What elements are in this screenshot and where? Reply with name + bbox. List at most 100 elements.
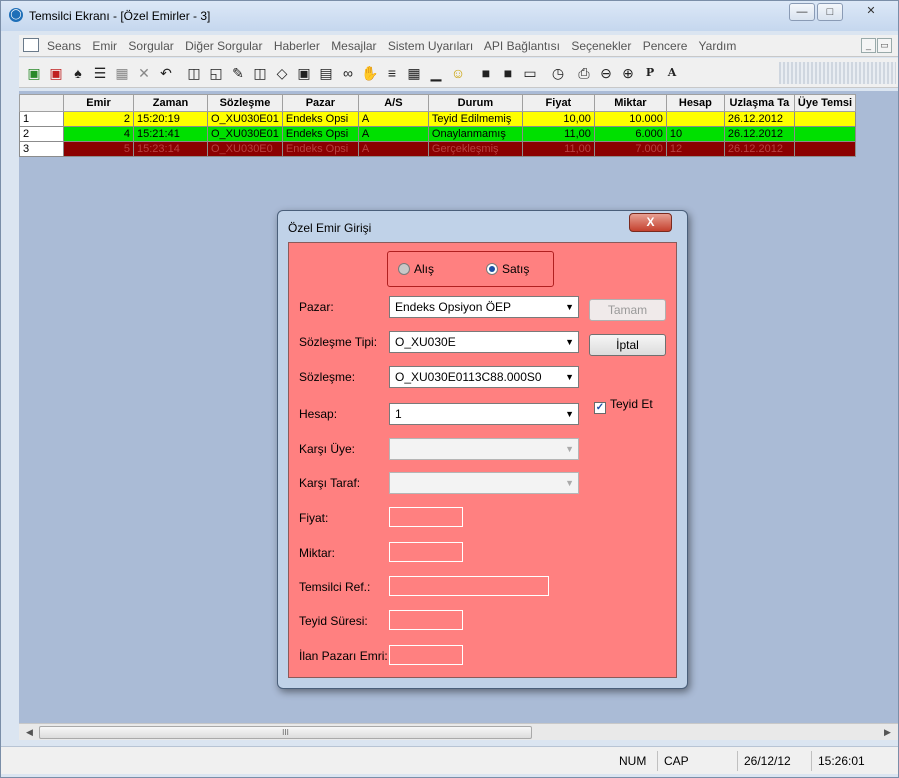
sell-radio[interactable]: Satış xyxy=(486,262,529,276)
document-icon[interactable] xyxy=(23,38,39,52)
confirm-checkbox[interactable]: ✓ Teyid Et xyxy=(594,397,653,414)
red-doc-icon[interactable]: ▣ xyxy=(47,64,65,82)
pen-icon[interactable]: ✎ xyxy=(229,64,247,82)
col-hesap[interactable]: Hesap xyxy=(665,94,725,112)
title-bar: ◯ Temsilci Ekranı - [Özel Emirler - 3] —… xyxy=(1,1,898,31)
karsi-uye-select[interactable]: ▼ xyxy=(389,438,579,460)
maximize-button[interactable]: □ xyxy=(817,3,843,21)
chart-icon[interactable]: ▁ xyxy=(427,64,445,82)
col-durum[interactable]: Durum xyxy=(427,94,523,112)
menu-secenekler[interactable]: Seçenekler xyxy=(571,39,631,53)
col-uye-temsi[interactable]: Üye Temsi xyxy=(793,94,857,112)
smiley-icon[interactable]: ☺ xyxy=(449,64,467,82)
table-row[interactable]: 1 2 15:20:19 O_XU030E01 Endeks Opsi A Te… xyxy=(19,111,857,127)
minimize-button[interactable]: — xyxy=(789,3,815,21)
lock-doc-icon[interactable]: ▣ xyxy=(295,64,313,82)
col-miktar[interactable]: Miktar xyxy=(593,94,667,112)
row-number: 1 xyxy=(19,111,64,127)
cell-durum: Teyid Edilmemiş xyxy=(427,111,523,127)
col-emir[interactable]: Emir xyxy=(63,94,134,112)
close-button[interactable]: ✕ xyxy=(852,3,890,21)
cell-sozlesme: O_XU030E01 xyxy=(207,126,283,142)
scroll-left-icon[interactable]: ◀ xyxy=(21,725,38,740)
col-fiyat[interactable]: Fiyat xyxy=(521,94,595,112)
status-num: NUM xyxy=(619,754,647,768)
hand-icon[interactable]: ✋ xyxy=(361,64,379,82)
cell-uye xyxy=(793,141,857,157)
p-icon[interactable]: P xyxy=(641,64,659,82)
undo-icon[interactable]: ↶ xyxy=(157,64,175,82)
teyid-suresi-input[interactable] xyxy=(389,610,463,630)
clock-icon[interactable]: ◷ xyxy=(549,64,567,82)
sozlesme-select[interactable]: O_XU030E0113C88.000S0 ▼ xyxy=(389,366,579,388)
grid-icon[interactable]: ▦ xyxy=(405,64,423,82)
cell-emir: 5 xyxy=(63,141,134,157)
properties-icon[interactable]: ▦ xyxy=(113,64,131,82)
pazar-select[interactable]: Endeks Opsiyon ÖEP ▼ xyxy=(389,296,579,318)
chat-icon[interactable]: ◱ xyxy=(207,64,225,82)
inbox-icon[interactable]: ▭ xyxy=(521,64,539,82)
dialog-close-button[interactable]: X xyxy=(629,213,672,232)
col-as[interactable]: A/S xyxy=(357,94,429,112)
sell-radio-label: Satış xyxy=(502,262,530,276)
menu-sorgular[interactable]: Sorgular xyxy=(128,39,173,53)
col-pazar[interactable]: Pazar xyxy=(281,94,359,112)
menu-mesajlar[interactable]: Mesajlar xyxy=(331,39,376,53)
sozlesme-tipi-select[interactable]: O_XU030E ▼ xyxy=(389,331,579,353)
cancel-button[interactable]: İptal xyxy=(589,334,666,356)
window-icon[interactable]: ◫ xyxy=(185,64,203,82)
report-icon[interactable]: ▤ xyxy=(317,64,335,82)
menu-haberler[interactable]: Haberler xyxy=(274,39,320,53)
glasses-icon[interactable]: ∞ xyxy=(339,64,357,82)
col-uzlasma[interactable]: Uzlaşma Ta xyxy=(723,94,795,112)
zoom-in-icon[interactable]: ⊕ xyxy=(619,64,637,82)
delete-icon[interactable]: ✕ xyxy=(135,64,153,82)
buy-radio[interactable]: Alış xyxy=(398,262,434,276)
temsilci-ref-input[interactable] xyxy=(389,576,549,596)
mdi-restore-button[interactable]: ▭ xyxy=(877,38,892,53)
hesap-select[interactable]: 1 ▼ xyxy=(389,403,579,425)
menu-pencere[interactable]: Pencere xyxy=(643,39,688,53)
cell-zaman: 15:21:41 xyxy=(133,126,208,142)
buy-radio-label: Alış xyxy=(414,262,435,276)
table-row[interactable]: 2 4 15:21:41 O_XU030E01 Endeks Opsi A On… xyxy=(19,126,857,142)
horizontal-scrollbar[interactable]: ◀ III ▶ xyxy=(19,723,898,740)
fiyat-input[interactable] xyxy=(389,507,463,527)
new-doc-icon[interactable]: ▣ xyxy=(25,64,43,82)
table-row[interactable]: 3 5 15:23:14 O_XU030E0 Endeks Opsi A Ger… xyxy=(19,141,857,157)
menu-emir[interactable]: Emir xyxy=(92,39,117,53)
a-icon[interactable]: A xyxy=(663,64,681,82)
menu-diger-sorgular[interactable]: Diğer Sorgular xyxy=(185,39,262,53)
miktar-input[interactable] xyxy=(389,542,463,562)
row-number: 3 xyxy=(19,141,64,157)
list-icon[interactable]: ≡ xyxy=(383,64,401,82)
printer-icon[interactable]: ⎙ xyxy=(575,64,593,82)
karsi-taraf-select[interactable]: ▼ xyxy=(389,472,579,494)
toolbar: ▣ ▣ ♠ ☰ ▦ ✕ ↶ ◫ ◱ ✎ ◫ ◇ ▣ ▤ ∞ ✋ ≡ ▦ ▁ ☺ … xyxy=(19,58,898,88)
temsilci-ref-label: Temsilci Ref.: xyxy=(299,580,371,594)
scroll-right-icon[interactable]: ▶ xyxy=(879,725,896,740)
col-zaman[interactable]: Zaman xyxy=(133,94,208,112)
dialog-body: Alış Satış Pazar: Endeks Opsiyon ÖEP ▼ S… xyxy=(288,242,677,678)
ok-button[interactable]: Tamam xyxy=(589,299,666,321)
menu-api-baglantisi[interactable]: API Bağlantısı xyxy=(484,39,560,53)
ilan-pazari-input[interactable] xyxy=(389,645,463,665)
book2-icon[interactable]: ■ xyxy=(499,64,517,82)
book-stack-icon[interactable]: ☰ xyxy=(91,64,109,82)
book-icon[interactable]: ■ xyxy=(477,64,495,82)
columns-icon[interactable]: ◫ xyxy=(251,64,269,82)
scrollbar-thumb[interactable]: III xyxy=(39,726,532,739)
cell-uzlasma: 26.12.2012 xyxy=(723,141,795,157)
fiyat-label: Fiyat: xyxy=(299,511,329,525)
mdi-minimize-button[interactable]: _ xyxy=(861,38,876,53)
menu-sistem-uyarilari[interactable]: Sistem Uyarıları xyxy=(388,39,473,53)
menu-seans[interactable]: Seans xyxy=(47,39,81,53)
bell-icon[interactable]: ◇ xyxy=(273,64,291,82)
col-sozlesme[interactable]: Sözleşme xyxy=(207,94,283,112)
col-rownum[interactable] xyxy=(19,94,64,112)
cell-miktar: 6.000 xyxy=(593,126,667,142)
person-icon[interactable]: ♠ xyxy=(69,64,87,82)
menu-yardim[interactable]: Yardım xyxy=(699,39,737,53)
order-entry-dialog: Özel Emir Girişi X Alış Satış Pazar: End… xyxy=(277,210,688,689)
zoom-out-icon[interactable]: ⊖ xyxy=(597,64,615,82)
